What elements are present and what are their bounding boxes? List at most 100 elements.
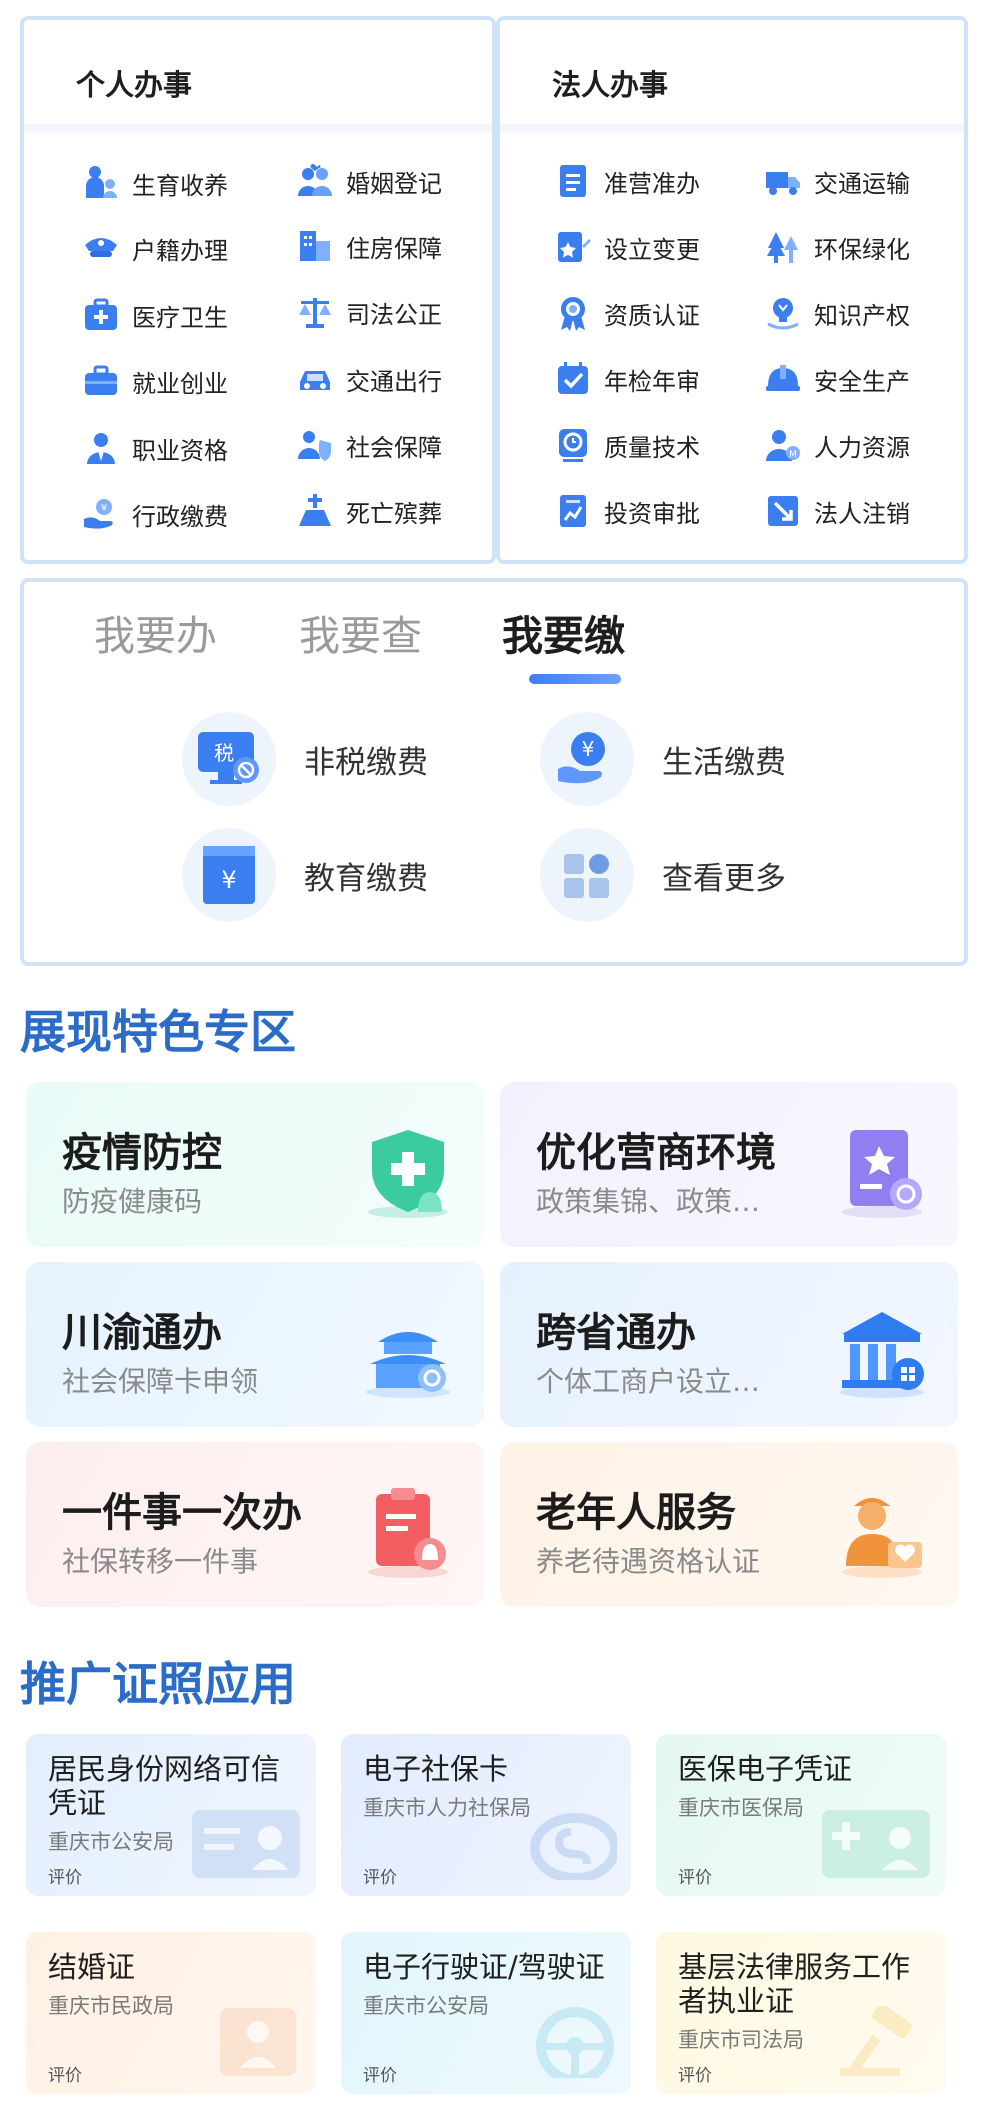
personal-services-panel: 个人办事 生育收养 婚姻登记 户籍办理 住房保障 医疗卫生 司法公正 就业创业 … [20, 16, 496, 564]
license-card-medical-insurance[interactable]: 医保电子凭证 重庆市医保局 评价 [656, 1734, 946, 1896]
feature-card-cross-province[interactable]: 跨省通办 个体工商户设立… [500, 1262, 958, 1427]
service-item-justice[interactable]: 司法公正 [294, 287, 442, 337]
license-card-social-security[interactable]: 电子社保卡 重庆市人力社保局 评价 [341, 1734, 631, 1896]
review-link[interactable]: 评价 [678, 1863, 712, 1888]
quality-icon [552, 424, 594, 466]
service-item-annual-inspection[interactable]: 年检年审 [552, 354, 700, 404]
yuan-badge: ¥ [221, 866, 236, 894]
couple-icon [294, 160, 336, 202]
service-item-quality[interactable]: 质量技术 [552, 420, 700, 470]
feature-card-elderly[interactable]: 老年人服务 养老待遇资格认证 [500, 1442, 958, 1607]
payment-label: 非税缴费 [304, 744, 428, 781]
family-icon [80, 162, 122, 204]
service-item-safety[interactable]: 安全生产 [762, 354, 910, 404]
feature-card-subtitle: 政策集锦、政策… [536, 1185, 761, 1218]
tab-query[interactable]: 我要查 [299, 602, 422, 662]
feature-card-subtitle: 社保转移一件事 [62, 1545, 259, 1578]
checkbox-icon [552, 358, 594, 400]
feature-card-title: 跨省通办 [536, 1310, 696, 1356]
grid-more-icon [540, 828, 634, 922]
license-org: 重庆市民政局 [48, 1994, 174, 2018]
divider [500, 124, 964, 134]
feature-card-sichuan-chongqing[interactable]: 川渝通办 社会保障卡申领 [26, 1262, 484, 1427]
service-label: 年检年审 [604, 367, 700, 396]
service-item-funeral[interactable]: 死亡殡葬 [294, 486, 442, 536]
review-link[interactable]: 评价 [48, 1863, 82, 1888]
scales-icon [294, 291, 336, 333]
legal-services-panel: 法人办事 准营准办 交通运输 设立变更 环保绿化 资质认证 知识产权 年检年审 … [496, 16, 968, 564]
service-item-intellectual-property[interactable]: 知识产权 [762, 288, 910, 338]
feature-card-business-env[interactable]: 优化营商环境 政策集锦、政策… [500, 1082, 958, 1247]
tax-monitor-icon: 税 [182, 712, 276, 806]
service-label: 社会保障 [346, 433, 442, 462]
review-link[interactable]: 评价 [363, 1863, 397, 1888]
marriage-icon [220, 2008, 296, 2076]
service-item-transport[interactable]: 交通出行 [294, 354, 442, 404]
cancel-arrow-icon [762, 490, 804, 532]
feature-card-title: 川渝通办 [62, 1310, 222, 1356]
gavel-icon [840, 2006, 912, 2076]
yuan-badge: ¥ [582, 737, 595, 761]
service-item-establish-change[interactable]: 设立变更 [552, 222, 700, 272]
service-item-investment[interactable]: 投资审批 [552, 486, 700, 536]
feature-card-epidemic[interactable]: 疫情防控 防疫健康码 [26, 1082, 484, 1247]
car-icon [294, 358, 336, 400]
service-label: 准营准办 [604, 169, 700, 198]
service-item-qualification[interactable]: 职业资格 [80, 423, 228, 473]
service-item-marriage[interactable]: 婚姻登记 [294, 156, 442, 206]
helmet-icon [762, 358, 804, 400]
payment-item-living[interactable]: ¥ 生活缴费 [540, 712, 786, 806]
trees-icon [762, 226, 804, 268]
building-icon [294, 225, 336, 267]
elderly-heart-icon [842, 1498, 922, 1578]
license-card-resident-id[interactable]: 居民身份网络可信凭证 重庆市公安局 评价 [26, 1734, 316, 1896]
document-icon [552, 160, 594, 202]
tab-do[interactable]: 我要办 [94, 602, 217, 662]
service-label: 司法公正 [346, 300, 442, 329]
payment-label: 查看更多 [662, 860, 786, 897]
service-item-human-resources[interactable]: M 人力资源 [762, 420, 910, 470]
service-item-housing[interactable]: 住房保障 [294, 221, 442, 271]
service-item-social-security[interactable]: 社会保障 [294, 420, 442, 470]
shield-person-icon [294, 424, 336, 466]
review-link[interactable]: 评价 [48, 2061, 82, 2086]
service-item-admin-fee[interactable]: ¥ 行政缴费 [80, 489, 228, 539]
service-item-birth-adoption[interactable]: 生育收养 [80, 158, 228, 208]
service-item-certification[interactable]: 资质认证 [552, 288, 700, 338]
payment-item-more[interactable]: 查看更多 [540, 828, 786, 922]
service-label: 安全生产 [814, 367, 910, 396]
feature-section-title: 展现特色专区 [20, 1005, 296, 1059]
service-item-employment[interactable]: 就业创业 [80, 356, 228, 406]
service-item-environment[interactable]: 环保绿化 [762, 222, 910, 272]
feature-card-subtitle: 社会保障卡申领 [62, 1365, 259, 1398]
payment-item-non-tax[interactable]: 税 非税缴费 [182, 712, 428, 806]
payment-item-education[interactable]: ¥ 教育缴费 [182, 828, 428, 922]
license-card-legal-service[interactable]: 基层法律服务工作者执业证 重庆市司法局 评价 [656, 1932, 946, 2094]
tab-pay[interactable]: 我要缴 [502, 602, 625, 662]
service-label: 知识产权 [814, 301, 910, 330]
feature-card-subtitle: 防疫健康码 [62, 1185, 203, 1218]
license-org: 重庆市医保局 [678, 1796, 804, 1820]
service-item-household[interactable]: 户籍办理 [80, 223, 228, 273]
service-label: 死亡殡葬 [346, 499, 442, 528]
feature-card-subtitle: 个体工商户设立… [536, 1365, 761, 1398]
payment-label: 教育缴费 [304, 860, 428, 897]
service-label: 设立变更 [604, 235, 700, 264]
payment-label: 生活缴费 [662, 744, 786, 781]
license-card-driving[interactable]: 电子行驶证/驾驶证 重庆市公安局 评价 [341, 1932, 631, 2094]
review-link[interactable]: 评价 [678, 2061, 712, 2086]
medical-insurance-card-icon [822, 1810, 930, 1878]
service-item-medical[interactable]: 医疗卫生 [80, 290, 228, 340]
government-building-icon [840, 1312, 924, 1398]
person-badge-icon: M [762, 424, 804, 466]
service-label: 婚姻登记 [346, 169, 442, 198]
feature-card-one-thing[interactable]: 一件事一次办 社保转移一件事 [26, 1442, 484, 1607]
license-org: 重庆市司法局 [678, 2028, 804, 2052]
payment-tab-panel: 我要办 我要查 我要缴 税 非税缴费 ¥ 生活缴费 ¥ 教育缴费 查看更多 [20, 578, 968, 966]
license-title: 结婚证 [48, 1950, 136, 1984]
service-item-transportation[interactable]: 交通运输 [762, 156, 910, 206]
service-item-deregistration[interactable]: 法人注销 [762, 486, 910, 536]
service-item-business-permit[interactable]: 准营准办 [552, 156, 700, 206]
review-link[interactable]: 评价 [363, 2061, 397, 2086]
license-card-marriage[interactable]: 结婚证 重庆市民政局 评价 [26, 1932, 316, 2094]
